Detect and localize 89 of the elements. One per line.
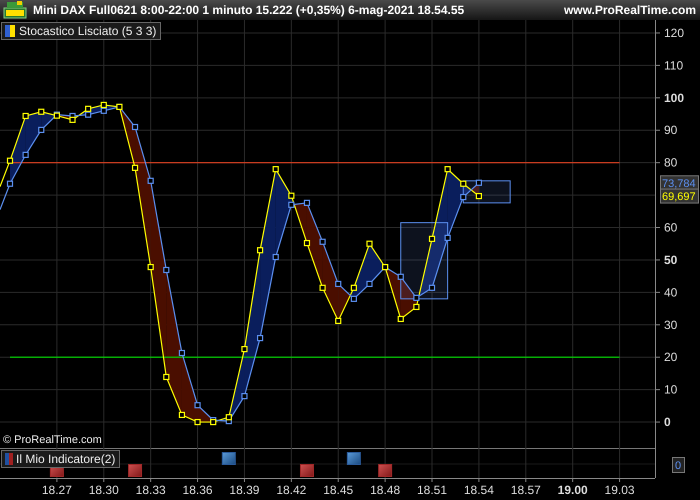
data-point: [350, 296, 357, 302]
axis-label: 80: [664, 156, 678, 170]
indicator-legend[interactable]: Stocastico Lisciato (5 3 3): [1, 22, 162, 40]
data-point: [178, 350, 186, 356]
copyright-text: © ProRealTime.com: [3, 434, 102, 446]
data-point: [132, 124, 138, 130]
data-point: [132, 164, 138, 171]
data-point: [148, 178, 154, 184]
axis-label: 0: [664, 415, 671, 430]
data-point: [304, 240, 310, 246]
data-point: [413, 294, 420, 301]
axis-label: 100: [664, 90, 684, 105]
data-point: [256, 247, 264, 254]
axis-label: 18.33: [136, 483, 166, 497]
data-point: [476, 192, 482, 200]
data-point: [428, 284, 436, 291]
data-point: [241, 393, 248, 400]
color-swatch-icon: [5, 453, 13, 465]
data-point: [38, 108, 44, 115]
data-point: [320, 238, 326, 245]
down-signal-marker: [300, 464, 314, 477]
data-point: [398, 274, 404, 280]
data-point: [335, 280, 342, 288]
data-point: [22, 112, 29, 120]
highlight-rectangle[interactable]: [400, 222, 448, 300]
down-signal-marker: [128, 464, 142, 477]
data-point: [6, 180, 14, 187]
data-point: [194, 402, 201, 408]
axis-label: 19.00: [558, 483, 588, 497]
highlight-rectangle[interactable]: [462, 180, 511, 204]
axis-label: 18.36: [182, 483, 213, 497]
axis-label: 19.03: [604, 483, 635, 497]
data-point: [194, 418, 201, 426]
axis-label: 120: [664, 26, 684, 40]
data-point: [304, 200, 310, 206]
axis-label: 18.27: [42, 483, 72, 497]
data-point: [288, 202, 294, 208]
data-point: [413, 304, 420, 310]
chart-title: Mini DAX Full0621 8:00-22:00 1 minuto 15.222 (+0,35%) 6-mag-2021 18.54.55: [33, 3, 466, 17]
color-swatch-icon: [5, 25, 15, 37]
data-point: [398, 316, 404, 322]
axis-label: 18.42: [276, 483, 306, 497]
indicator-legend[interactable]: Il Mio Indicatore(2): [1, 450, 120, 468]
data-point: [320, 284, 326, 291]
up-signal-marker: [346, 452, 361, 465]
data-point: [38, 126, 44, 134]
axis-label: 18.51: [417, 483, 448, 497]
up-signal-marker: [222, 452, 236, 465]
last-value-label: 69,697: [660, 188, 699, 204]
data-point: [428, 236, 436, 242]
data-point: [366, 280, 373, 288]
axis-label: 110: [664, 58, 684, 72]
data-point: [335, 318, 342, 324]
axis-label: 18.54: [464, 483, 494, 497]
axis-label: 18.57: [510, 483, 541, 497]
data-point: [272, 166, 279, 172]
data-point: [148, 264, 154, 270]
data-point: [476, 180, 482, 186]
demo-logo-icon: [3, 1, 27, 19]
axis-label: 90: [664, 123, 678, 138]
axis-label: 18.48: [370, 483, 400, 497]
data-point: [256, 334, 264, 342]
data-point: [460, 180, 466, 187]
last-value-label: 73,784: [660, 175, 699, 190]
data-point: [444, 234, 451, 241]
axis-value-label: 0: [672, 457, 685, 473]
data-point: [288, 192, 294, 199]
axis-label: 60: [664, 220, 678, 235]
data-point: [272, 254, 279, 260]
axis-label: 10: [664, 382, 678, 397]
down-signal-marker: [378, 464, 392, 477]
data-point: [22, 152, 29, 158]
data-point: [460, 194, 466, 200]
data-point: [163, 266, 170, 274]
axis-label: 18.39: [229, 483, 260, 497]
axis-label: 40: [664, 285, 678, 300]
axis-label: 18.45: [323, 483, 354, 497]
axis-label: 20: [664, 350, 678, 364]
website-link[interactable]: www.ProRealTime.com: [564, 3, 696, 17]
data-point: [241, 346, 248, 352]
data-point: [6, 158, 14, 164]
data-point: [366, 240, 373, 247]
data-point: [178, 412, 186, 418]
axis-label: 18.30: [88, 483, 119, 497]
axis-label: 50: [664, 252, 678, 267]
data-point: [350, 284, 357, 291]
axis-label: 30: [664, 318, 678, 332]
data-point: [444, 166, 451, 172]
data-point: [163, 374, 170, 380]
